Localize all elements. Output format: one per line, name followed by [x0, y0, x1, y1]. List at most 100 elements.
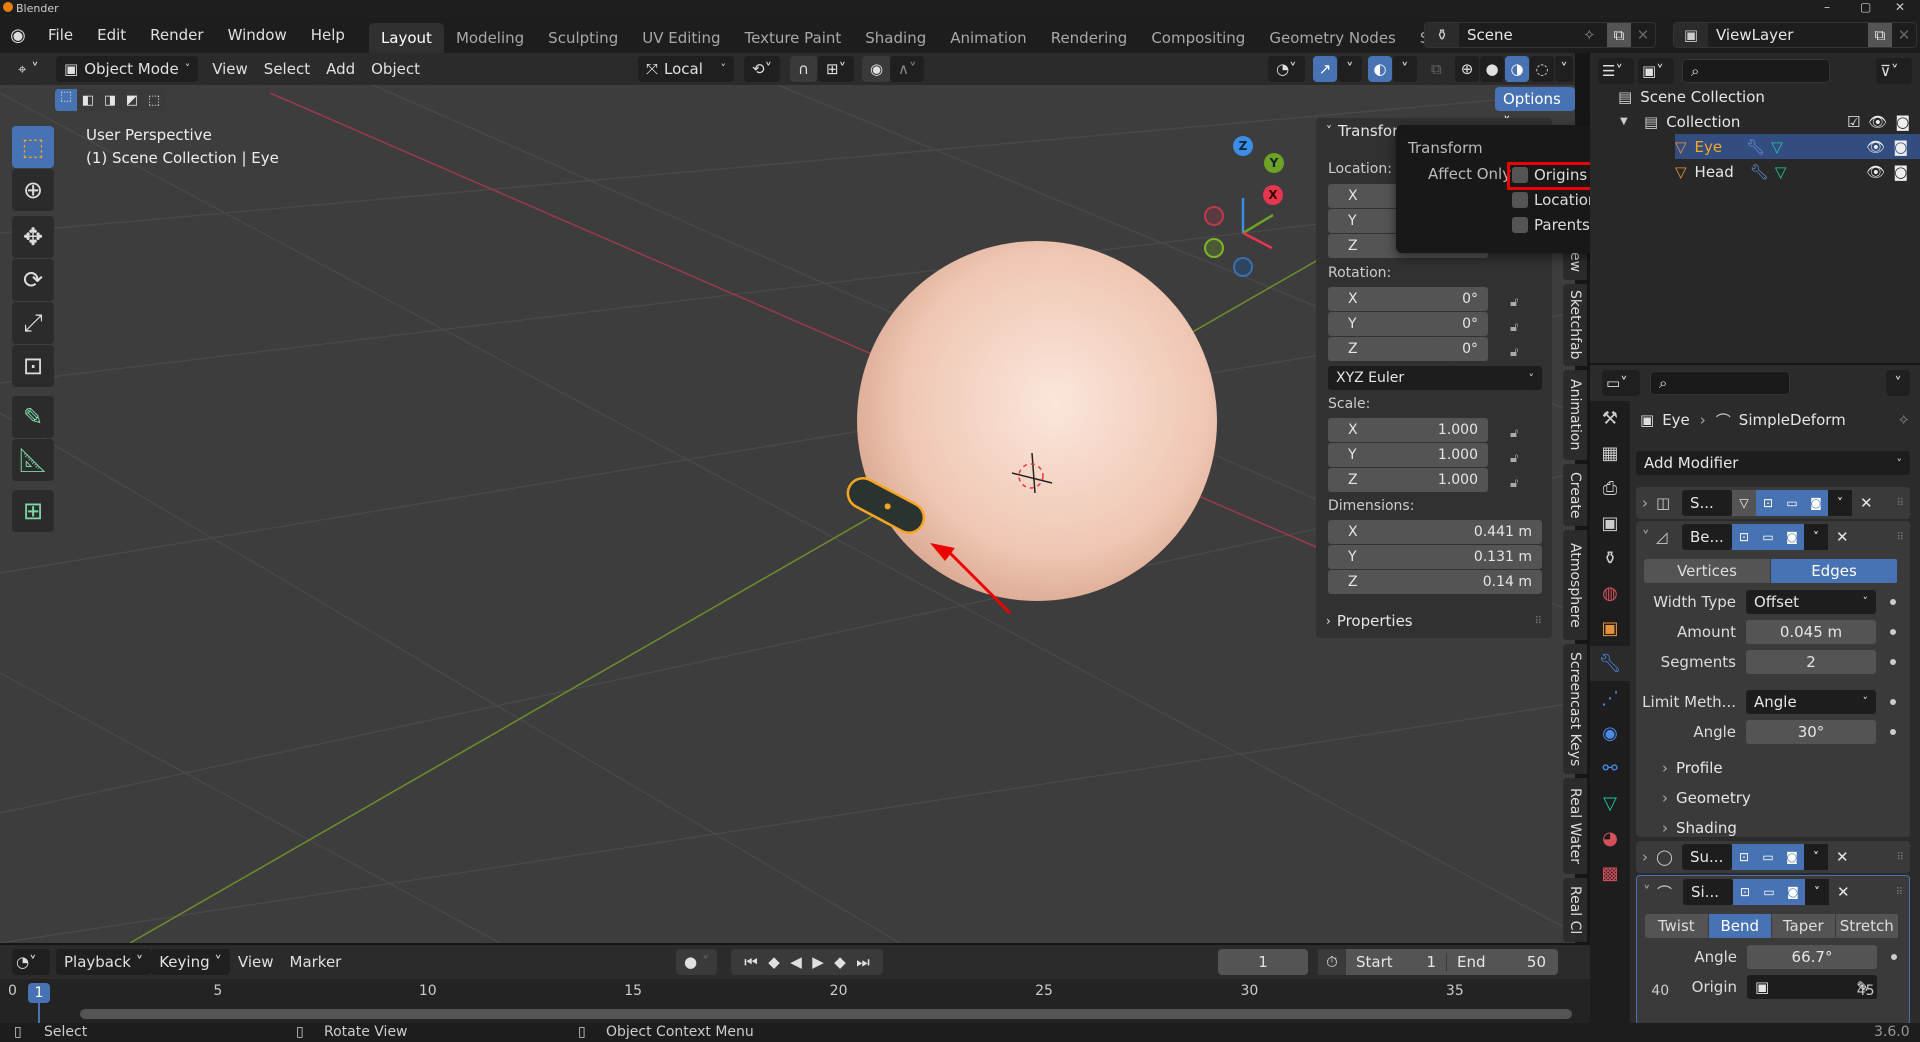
jump-start-icon[interactable]: ⏮	[744, 949, 758, 975]
prev-keyframe-icon[interactable]: ◆	[768, 949, 780, 975]
snap-toggle-icon[interactable]: ∩	[790, 56, 817, 82]
side-tab-atmosphere[interactable]: Atmosphere	[1563, 530, 1587, 640]
material-tab-icon[interactable]: ◕	[1590, 821, 1630, 856]
start-frame-field[interactable]: Start 1	[1346, 953, 1446, 971]
menu-file[interactable]: File	[36, 18, 85, 53]
chevron-down-icon[interactable]: ˅	[1804, 524, 1828, 550]
keyframe-dot-icon[interactable]	[1891, 954, 1897, 960]
edit-mode-icon[interactable]: ⊡	[1733, 879, 1757, 905]
menu-marker[interactable]: Marker	[281, 949, 350, 975]
pin-icon[interactable]: ✧	[1583, 26, 1607, 44]
eye-icon[interactable]: 👁︎	[1868, 113, 1887, 131]
limit-method-dropdown[interactable]: Angle ˅	[1746, 690, 1876, 714]
dimension-x-field[interactable]: X 0.441 m	[1328, 520, 1542, 544]
tab-shading[interactable]: Shading	[853, 23, 938, 53]
outliner-item-eye[interactable]: ▽ Eye 🔧︎ ▽ 👁︎ ◙	[1675, 134, 1920, 159]
shading-dropdown-icon[interactable]: ˅	[1555, 56, 1573, 82]
scale-tool[interactable]: ⤢	[12, 302, 54, 344]
render-icon[interactable]: ◙	[1804, 490, 1828, 516]
collection-row[interactable]: ▼ ▤ Collection ☑ 👁︎ ◙	[1620, 109, 1910, 134]
view-layer-filter-icon[interactable]: ▣˅	[1638, 58, 1674, 84]
chevron-down-icon[interactable]: ˅	[1805, 879, 1829, 905]
editor-type-icon[interactable]: ⌖ ˅	[10, 56, 50, 82]
rendered-shading-icon[interactable]: ◌	[1530, 56, 1554, 82]
tab-compositing[interactable]: Compositing	[1139, 23, 1257, 53]
transform-tool[interactable]: ⊡	[12, 345, 54, 387]
maximize-button[interactable]: ▢	[1860, 0, 1871, 14]
shading-subpanel[interactable]: › Shading	[1636, 813, 1896, 843]
timeline-ruler[interactable]: 051015202530354045505560 1	[0, 979, 1875, 1023]
modifier-wrench-icon[interactable]: 🔧︎	[1750, 163, 1769, 181]
dimension-z-field[interactable]: Z 0.14 m	[1328, 570, 1542, 594]
lock-icon[interactable]: 🔓︎	[1510, 446, 1518, 471]
scale-x-field[interactable]: X 1.000	[1328, 418, 1488, 442]
keyframe-dot-icon[interactable]	[1890, 599, 1896, 605]
tab-animation[interactable]: Animation	[938, 23, 1038, 53]
scale-y-field[interactable]: Y 1.000	[1328, 443, 1488, 467]
drag-handle-icon[interactable]: ⠿	[1897, 498, 1904, 509]
tool-tab-icon[interactable]: ⚒	[1590, 401, 1630, 436]
particles-tab-icon[interactable]: ⋰	[1590, 681, 1630, 716]
tab-texture-paint[interactable]: Texture Paint	[732, 23, 853, 53]
menu-help[interactable]: Help	[299, 18, 357, 53]
scene-name[interactable]: Scene	[1467, 26, 1583, 44]
affect-edges-button[interactable]: Edges	[1771, 559, 1898, 583]
deform-angle-field[interactable]: 66.7°	[1747, 945, 1877, 969]
menu-keying[interactable]: Keying ˅	[151, 949, 230, 975]
stretch-button[interactable]: Stretch	[1835, 914, 1899, 938]
falloff-icon[interactable]: ∧˅	[890, 56, 925, 82]
modifier-header-bevel[interactable]: ˅ ◿ Be... ⊡ ▭ ◙ ˅ ✕ ⠿	[1636, 521, 1910, 553]
bend-button[interactable]: Bend	[1708, 914, 1772, 938]
camera-icon[interactable]: ◙	[1893, 163, 1908, 181]
keyframe-dot-icon[interactable]	[1890, 659, 1896, 665]
scene-icon[interactable]: ⚱	[1425, 23, 1459, 47]
snap-target-icon[interactable]: ⊞˅	[818, 56, 855, 82]
modifier-wrench-icon[interactable]: 🔧︎	[1746, 138, 1765, 156]
viewport-display-icon[interactable]: ▭	[1756, 844, 1780, 870]
parents-checkbox[interactable]: Parents	[1512, 215, 1590, 235]
drag-handle-icon[interactable]: ⠿	[1897, 532, 1904, 543]
exclude-checkbox-icon[interactable]: ☑	[1847, 113, 1860, 131]
camera-icon[interactable]: ◙	[1895, 113, 1910, 131]
output-tab-icon[interactable]: ⎙	[1590, 471, 1630, 506]
measure-tool[interactable]: 📐︎	[12, 439, 54, 481]
lock-icon[interactable]: 🔓︎	[1510, 340, 1518, 365]
modifier-header-simple-deform[interactable]: ˅ ⌒ Si... ⊡ ▭ ◙ ˅ ✕ ⠿	[1637, 876, 1909, 908]
remove-modifier-icon[interactable]: ✕	[1860, 494, 1873, 512]
gizmo-y-axis[interactable]: Y	[1264, 153, 1284, 173]
constraints-tab-icon[interactable]: ⚯	[1590, 751, 1630, 786]
menu-view[interactable]: View	[204, 56, 256, 82]
tab-sculpting[interactable]: Sculpting	[536, 23, 630, 53]
edit-mode-icon[interactable]: ⊡	[1732, 524, 1756, 550]
scene-tab-icon[interactable]: ⚱	[1590, 541, 1630, 576]
viewport-display-icon[interactable]: ▭	[1780, 490, 1804, 516]
select-intersect-icon[interactable]: ⬚	[143, 93, 165, 108]
timeline-scrollbar[interactable]	[80, 1009, 1572, 1019]
menu-view[interactable]: View	[229, 949, 282, 975]
bevel-angle-field[interactable]: 30°	[1746, 720, 1876, 744]
options-dropdown-icon[interactable]: ˅	[1886, 370, 1910, 396]
render-icon[interactable]: ◙	[1780, 844, 1804, 870]
expand-chevron-icon[interactable]: ›	[1642, 494, 1656, 512]
record-button[interactable]: ● ˅	[676, 949, 718, 975]
modifier-name-field[interactable]: Su...	[1682, 844, 1732, 870]
gizmo-z-axis[interactable]: Z	[1233, 136, 1253, 156]
menu-select[interactable]: Select	[255, 56, 319, 82]
xray-toggle-icon[interactable]: ⧉	[1423, 56, 1450, 82]
tab-geometry-nodes[interactable]: Geometry Nodes	[1257, 23, 1408, 53]
display-mode-icon[interactable]: ☰˅	[1598, 58, 1634, 84]
eye-icon[interactable]: 👁︎	[1866, 163, 1885, 181]
stopwatch-icon[interactable]: ⏱	[1318, 949, 1346, 975]
play-reverse-icon[interactable]: ◀	[790, 949, 802, 975]
mesh-data-icon[interactable]: ▽	[1775, 163, 1787, 181]
view-layer-tab-icon[interactable]: ▣	[1590, 506, 1630, 541]
tab-uv-editing[interactable]: UV Editing	[630, 23, 732, 53]
expand-chevron-icon[interactable]: ˅	[1643, 883, 1657, 901]
remove-modifier-icon[interactable]: ✕	[1836, 528, 1849, 546]
amount-field[interactable]: 0.045 m	[1746, 620, 1876, 644]
tab-layout[interactable]: Layout	[368, 23, 444, 53]
affect-vertices-button[interactable]: Vertices	[1644, 559, 1771, 583]
move-tool[interactable]: ✥	[12, 216, 54, 258]
side-tab-real-cloth[interactable]: Real Cl	[1563, 878, 1587, 942]
pivot-point-icon[interactable]: ⟲˅	[744, 56, 781, 82]
